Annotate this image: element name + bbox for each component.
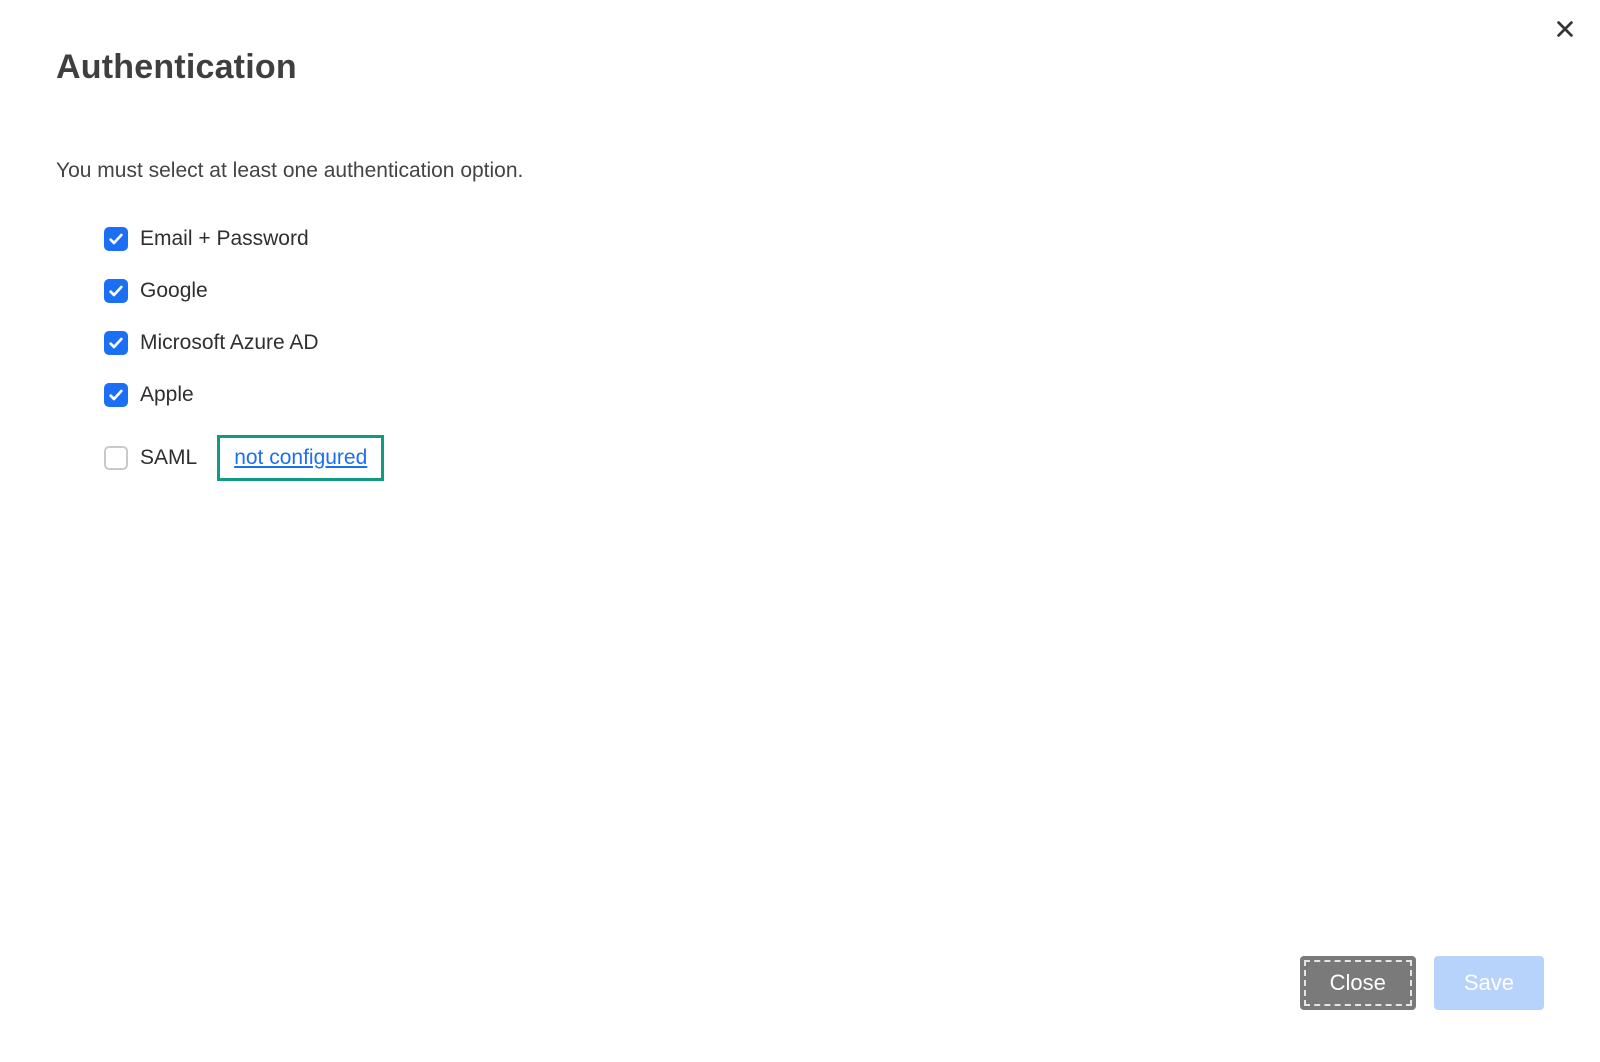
option-google: Google — [104, 279, 1544, 303]
saml-status-highlight: not configured — [217, 435, 384, 481]
save-button[interactable]: Save — [1434, 956, 1544, 1010]
option-label: SAML — [140, 446, 197, 470]
checkbox-google[interactable] — [104, 279, 128, 303]
close-icon[interactable] — [1554, 18, 1576, 40]
option-label: Microsoft Azure AD — [140, 331, 319, 355]
auth-options-list: Email + Password Google Microsoft Azure … — [56, 227, 1544, 481]
instruction-text: You must select at least one authenticat… — [56, 159, 1544, 183]
saml-not-configured-link[interactable]: not configured — [234, 446, 367, 470]
option-apple: Apple — [104, 383, 1544, 407]
option-label: Google — [140, 279, 208, 303]
option-email-password: Email + Password — [104, 227, 1544, 251]
option-saml: SAML not configured — [104, 435, 1544, 481]
checkbox-apple[interactable] — [104, 383, 128, 407]
dialog-footer: Close Save — [1300, 956, 1544, 1010]
option-label: Email + Password — [140, 227, 309, 251]
checkbox-azure-ad[interactable] — [104, 331, 128, 355]
option-azure-ad: Microsoft Azure AD — [104, 331, 1544, 355]
page-title: Authentication — [56, 48, 1544, 87]
close-button[interactable]: Close — [1300, 956, 1416, 1010]
option-label: Apple — [140, 383, 194, 407]
checkbox-email-password[interactable] — [104, 227, 128, 251]
checkbox-saml[interactable] — [104, 446, 128, 470]
